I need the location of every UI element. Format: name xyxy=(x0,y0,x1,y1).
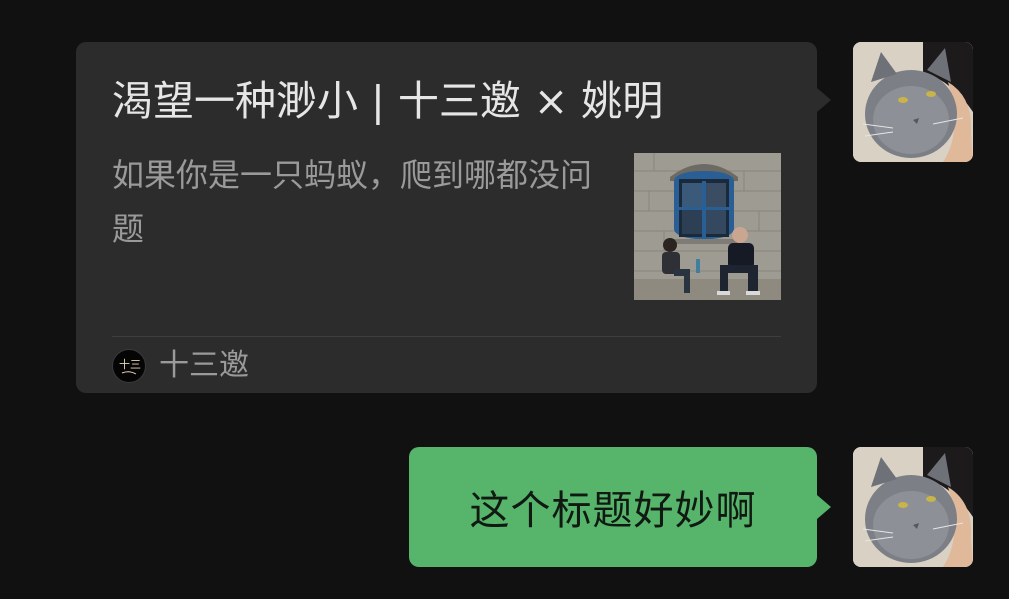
shisanyao-logo-icon: 十三 xyxy=(112,349,146,383)
link-card-source[interactable]: 十三 十三邀 xyxy=(112,346,249,386)
user-avatar[interactable] xyxy=(853,42,973,162)
link-card-title: 渴望一种渺小 | 十三邀 × 姚明 xyxy=(112,77,664,125)
link-card-divider xyxy=(112,336,781,337)
link-card-message[interactable]: 渴望一种渺小 | 十三邀 × 姚明 如果你是一只蚂蚁，爬到哪都没问题 十三 十三… xyxy=(76,42,817,393)
thumbnail-photo-icon xyxy=(634,153,781,300)
gray-cat-avatar-icon xyxy=(853,447,973,567)
source-logo-text: 十三 xyxy=(119,357,141,371)
sent-text-message[interactable]: 这个标题好妙啊 xyxy=(409,447,817,567)
gray-cat-avatar-icon xyxy=(853,42,973,162)
link-card-source-name: 十三邀 xyxy=(159,348,249,383)
message-bubble-tail xyxy=(817,495,831,519)
user-avatar[interactable] xyxy=(853,447,973,567)
message-text: 这个标题好妙啊 xyxy=(469,488,757,534)
link-card-tail xyxy=(817,88,831,112)
link-card-thumbnail xyxy=(634,153,781,300)
link-card-description: 如果你是一只蚂蚁，爬到哪都没问题 xyxy=(112,156,593,248)
